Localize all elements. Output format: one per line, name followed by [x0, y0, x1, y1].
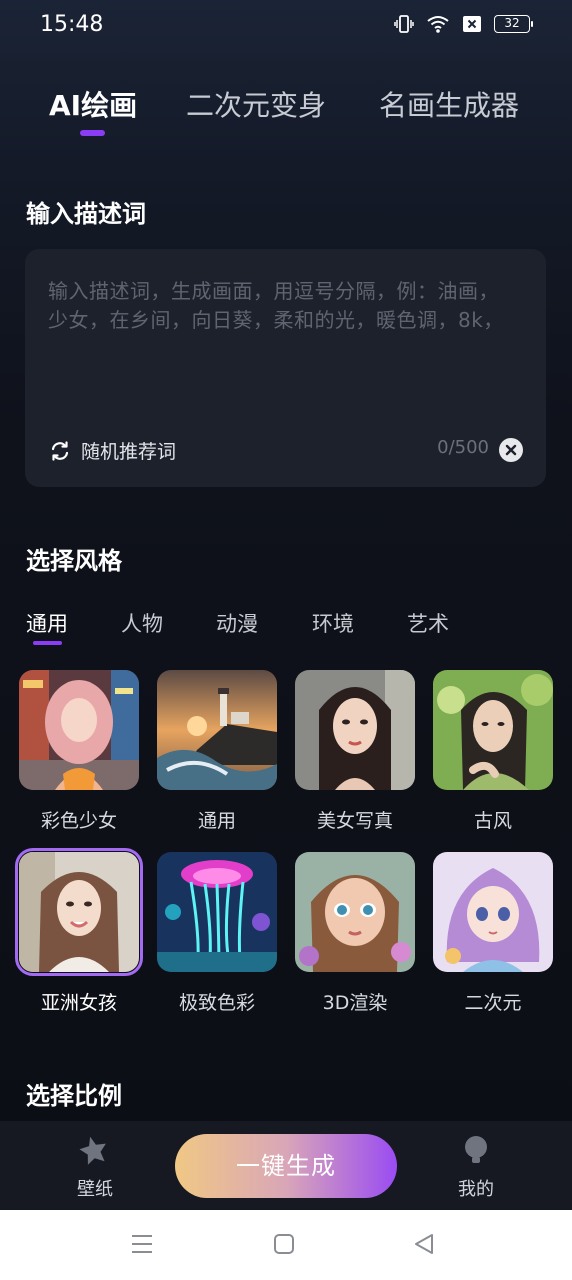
- back-icon[interactable]: [412, 1232, 436, 1256]
- style-item-label: 二次元: [464, 992, 522, 1014]
- nav-mine[interactable]: 我的: [436, 1133, 516, 1201]
- wallpaper-star-icon: [79, 1136, 106, 1165]
- style-thumbnail: [433, 670, 553, 790]
- style-item-3d-render[interactable]: 3D渲染: [295, 852, 415, 1015]
- prompt-section-title: 输入描述词: [26, 200, 146, 228]
- battery-icon: 32: [494, 15, 533, 33]
- style-item-label: 通用: [197, 810, 236, 832]
- home-icon[interactable]: [272, 1232, 296, 1256]
- close-icon: [505, 444, 517, 456]
- tab-ai-painting[interactable]: AI绘画: [49, 84, 137, 124]
- style-item-label: 彩色少女: [40, 810, 117, 832]
- style-item-label: 极致色彩: [178, 992, 255, 1014]
- style-item-extreme-color[interactable]: 极致色彩: [157, 852, 277, 1015]
- style-item-label: 美女写真: [316, 810, 393, 832]
- random-prompt-button[interactable]: 随机推荐词: [49, 437, 176, 464]
- style-item-label: 古风: [473, 810, 512, 832]
- style-item-label: 3D渲染: [322, 992, 388, 1014]
- style-thumbnail: [157, 670, 277, 790]
- generate-button[interactable]: 一键生成: [175, 1134, 397, 1198]
- ratio-section-title: 选择比例: [26, 1082, 122, 1110]
- nav-wallpaper[interactable]: 壁纸: [55, 1133, 135, 1201]
- refresh-icon: [51, 440, 69, 461]
- prompt-placeholder: 输入描述词，生成画面，用逗号分隔，例：油画，少女，在乡间，向日葵，柔和的光，暖色…: [48, 279, 504, 332]
- style-item-colorful-girl[interactable]: 彩色少女: [19, 670, 139, 833]
- style-item-label: 亚洲女孩: [40, 992, 117, 1014]
- style-section-title: 选择风格: [26, 547, 122, 575]
- style-tab-indicator: [33, 641, 62, 645]
- style-item-ancient-style[interactable]: 古风: [433, 670, 553, 833]
- tab-masterpiece-generator[interactable]: 名画生成器: [379, 84, 519, 124]
- style-thumbnail: [295, 852, 415, 972]
- style-tab-general[interactable]: 通用: [26, 608, 68, 638]
- system-nav-bar: [0, 1210, 572, 1280]
- active-tab-indicator: [80, 130, 105, 136]
- app-screen: 15:48 32 AI绘画 二次元变身 名画生成器 输入描述词 输入描述词，生成…: [0, 0, 572, 1210]
- style-tab-art[interactable]: 艺术: [407, 608, 449, 638]
- status-time: 15:48: [40, 12, 104, 37]
- style-tab-people[interactable]: 人物: [121, 608, 163, 638]
- style-thumbnail: [295, 670, 415, 790]
- nav-wallpaper-label: 壁纸: [77, 1179, 113, 1200]
- char-count: 0/500: [437, 437, 489, 458]
- status-bar: 15:48 32: [0, 0, 572, 52]
- bottom-nav-bar: 壁纸 一键生成 我的: [0, 1121, 572, 1210]
- nav-mine-label: 我的: [458, 1179, 494, 1200]
- style-item-asian-girl[interactable]: 亚洲女孩: [15, 848, 143, 1015]
- style-thumbnail: [157, 852, 277, 972]
- user-bulb-icon: [465, 1136, 487, 1163]
- style-thumbnail: [433, 852, 553, 972]
- style-thumbnail: [19, 670, 139, 790]
- style-item-general[interactable]: 通用: [157, 670, 277, 833]
- style-item-anime[interactable]: 二次元: [433, 852, 553, 1015]
- prompt-input[interactable]: 输入描述词，生成画面，用逗号分隔，例：油画，少女，在乡间，向日葵，柔和的光，暖色…: [25, 249, 546, 487]
- clear-button[interactable]: [499, 438, 523, 462]
- menu-icon[interactable]: [130, 1232, 154, 1256]
- style-category-tabs: 通用 人物 动漫 环境 艺术: [0, 608, 572, 648]
- style-thumbnail: [15, 848, 143, 976]
- style-tab-environment[interactable]: 环境: [312, 608, 354, 638]
- style-tab-anime[interactable]: 动漫: [216, 608, 258, 638]
- no-sim-icon: [463, 16, 481, 32]
- tab-anime-transform[interactable]: 二次元变身: [186, 84, 326, 124]
- status-icons: 32: [394, 14, 533, 34]
- style-item-beauty-portrait[interactable]: 美女写真: [295, 670, 415, 833]
- random-prompt-label: 随机推荐词: [81, 441, 177, 463]
- vibrate-icon: [394, 15, 414, 33]
- wifi-icon: [427, 16, 449, 33]
